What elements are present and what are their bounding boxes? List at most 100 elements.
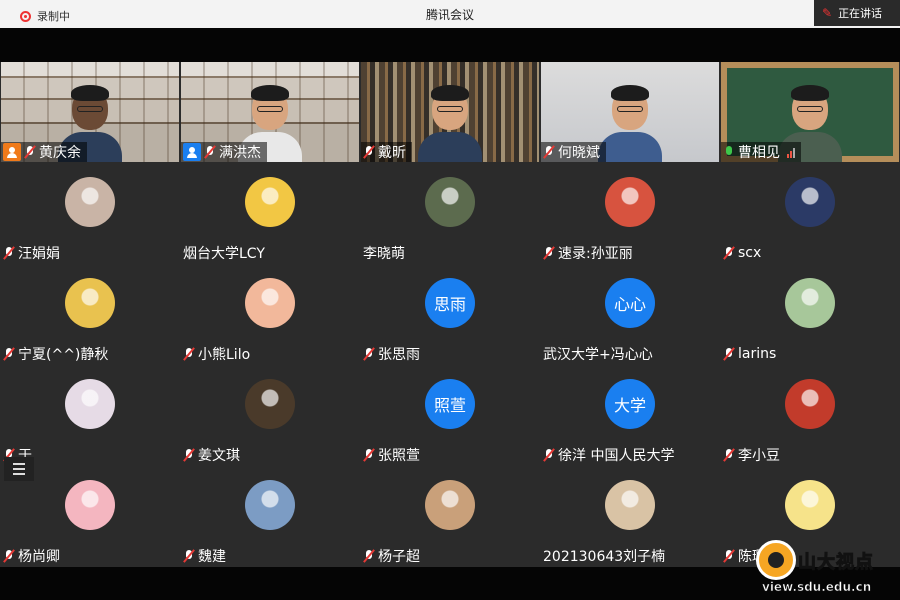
menu-icon[interactable] xyxy=(4,457,34,481)
participant-name: 张照萱 xyxy=(378,448,420,464)
participant-name: 戴昕 xyxy=(378,145,406,161)
participant-avatar xyxy=(245,278,295,328)
participant-namebar: 李小豆 xyxy=(721,445,780,465)
participant-tile[interactable]: 满洪杰 xyxy=(181,62,359,162)
participant-avatar xyxy=(785,379,835,429)
mic-muted-icon xyxy=(3,549,15,563)
participant-tile[interactable]: 杨尚卿 xyxy=(1,466,179,566)
mic-muted-icon xyxy=(363,448,375,462)
mic-active-icon xyxy=(723,145,735,159)
participant-namebar: 武汉大学+冯心心 xyxy=(541,344,653,364)
mic-muted-icon xyxy=(543,246,555,260)
participant-avatar xyxy=(65,278,115,328)
participant-tile[interactable]: 速录:孙亚丽 xyxy=(541,163,719,263)
participant-name: 李小豆 xyxy=(738,448,780,464)
participant-name: 武汉大学+冯心心 xyxy=(543,347,653,363)
mic-muted-icon xyxy=(363,145,375,159)
mic-muted-icon xyxy=(363,347,375,361)
participant-tile[interactable]: 汪娟娟 xyxy=(1,163,179,263)
mic-muted-icon xyxy=(183,347,195,361)
mic-muted-icon xyxy=(723,448,735,462)
mic-muted-icon xyxy=(3,347,15,361)
participant-tile[interactable]: 姜文琪 xyxy=(181,365,359,465)
mic-muted-icon xyxy=(723,549,735,563)
participant-tile[interactable]: 魏建 xyxy=(181,466,359,566)
speaking-label: 正在讲话 xyxy=(838,7,883,20)
participant-tile[interactable]: 烟台大学LCY xyxy=(181,163,359,263)
participant-namebar: 李晓萌 xyxy=(361,243,405,263)
participant-tile[interactable]: 小熊Lilo xyxy=(181,264,359,364)
watermark-logo-icon xyxy=(756,540,796,580)
recording-icon xyxy=(20,10,31,22)
top-black-band xyxy=(0,28,900,62)
video-feed xyxy=(598,80,662,162)
participant-avatar xyxy=(785,278,835,328)
mic-muted-icon xyxy=(204,145,216,159)
participant-tile[interactable]: 黄庆余 xyxy=(1,62,179,162)
participant-namebar: scx xyxy=(721,243,761,263)
participant-name: 曹相见 xyxy=(738,145,780,161)
participant-grid: 黄庆余 满洪杰 戴昕 何晓斌 曹相见汪娟娟 烟台大学LCY 李晓萌 速录:孙亚丽 scx 宁夏(^… xyxy=(0,62,900,567)
participant-name: 黄庆余 xyxy=(39,145,81,161)
participant-tile[interactable]: 李晓萌 xyxy=(361,163,539,263)
mic-muted-icon xyxy=(3,246,15,260)
participant-tile[interactable]: larins xyxy=(721,264,899,364)
participant-tile[interactable]: scx xyxy=(721,163,899,263)
participant-avatar xyxy=(785,177,835,227)
participant-name: 杨子超 xyxy=(378,549,420,565)
mic-muted-icon xyxy=(723,246,735,260)
recording-indicator[interactable]: 录制中 xyxy=(20,8,70,24)
participant-namebar: 徐洋 中国人民大学 xyxy=(541,445,674,465)
mic-muted-icon xyxy=(543,448,555,462)
participant-name: scx xyxy=(738,245,762,261)
participant-avatar xyxy=(65,379,115,429)
signal-strength-icon xyxy=(787,146,795,158)
participant-name: 汪娟娟 xyxy=(18,246,60,262)
participant-tile[interactable]: 照萱 张照萱 xyxy=(361,365,539,465)
participant-avatar xyxy=(65,480,115,530)
speaking-indicator[interactable]: ✎ 正在讲话 xyxy=(814,0,900,26)
recording-label: 录制中 xyxy=(37,10,70,23)
participant-tile[interactable]: 202130643刘子楠 xyxy=(541,466,719,566)
participant-namebar: 速录:孙亚丽 xyxy=(541,243,633,263)
participant-name: 速录:孙亚丽 xyxy=(558,246,633,262)
watermark: 山大视点 view.sdu.edu.cn xyxy=(756,538,896,598)
participant-tile[interactable]: 宁夏(^^)静秋 xyxy=(1,264,179,364)
participant-name: 烟台大学LCY xyxy=(183,246,265,262)
participant-tile[interactable]: 戴昕 xyxy=(361,62,539,162)
participant-tile[interactable]: 大学徐洋 中国人民大学 xyxy=(541,365,719,465)
participant-tile[interactable]: 曹相见 xyxy=(721,62,899,162)
mic-muted-icon xyxy=(723,347,735,361)
mic-muted-icon xyxy=(183,549,195,563)
participant-tile[interactable]: 于 xyxy=(1,365,179,465)
participant-namebar: 烟台大学LCY xyxy=(181,243,265,263)
watermark-name: 山大视点 xyxy=(798,552,874,574)
participant-avatar: 思雨 xyxy=(425,278,475,328)
participant-name: larins xyxy=(738,346,777,362)
participant-tile[interactable]: 心心武汉大学+冯心心 xyxy=(541,264,719,364)
participant-tile[interactable]: 何晓斌 xyxy=(541,62,719,162)
participant-tile[interactable]: 杨子超 xyxy=(361,466,539,566)
participant-namebar: 戴昕 xyxy=(361,142,412,162)
participant-avatar: 大学 xyxy=(605,379,655,429)
participant-name: 何晓斌 xyxy=(558,145,600,161)
participant-name: 徐洋 中国人民大学 xyxy=(558,448,675,464)
participant-name: 杨尚卿 xyxy=(18,549,60,565)
participant-namebar: 何晓斌 xyxy=(541,142,606,162)
participant-namebar: 杨子超 xyxy=(361,546,420,566)
participant-tile[interactable]: 李小豆 xyxy=(721,365,899,465)
participant-namebar: 姜文琪 xyxy=(181,445,240,465)
participant-name: 姜文琪 xyxy=(198,448,240,464)
participant-tile[interactable]: 思雨 张思雨 xyxy=(361,264,539,364)
participant-avatar xyxy=(605,480,655,530)
participant-avatar xyxy=(605,177,655,227)
participant-avatar xyxy=(245,379,295,429)
participant-avatar: 心心 xyxy=(605,278,655,328)
participant-name: 小熊Lilo xyxy=(198,347,251,363)
participant-avatar xyxy=(785,480,835,530)
window-title: 腾讯会议 xyxy=(425,8,474,22)
participant-namebar: 杨尚卿 xyxy=(1,546,60,566)
participant-avatar xyxy=(65,177,115,227)
watermark-url: view.sdu.edu.cn xyxy=(762,580,872,595)
participant-namebar: 202130643刘子楠 xyxy=(541,546,665,566)
